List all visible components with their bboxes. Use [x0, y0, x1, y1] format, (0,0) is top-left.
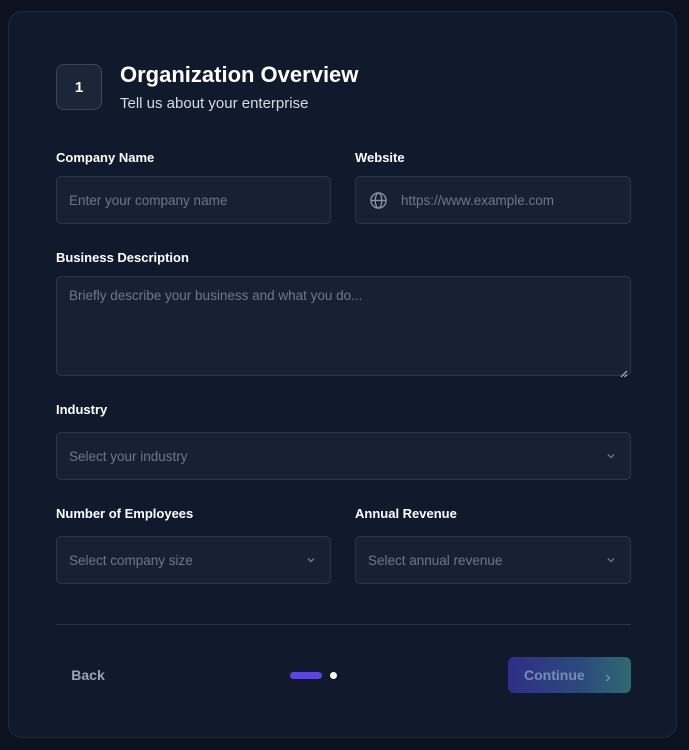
- revenue-selected-value: Select annual revenue: [368, 552, 503, 568]
- chevron-down-icon: [606, 451, 616, 461]
- back-button[interactable]: Back: [56, 658, 120, 692]
- company-name-input[interactable]: Enter your company name: [56, 176, 331, 224]
- employees-label: Number of Employees: [56, 506, 194, 521]
- step-number-badge: 1: [56, 64, 102, 110]
- continue-button-label: Continue: [524, 667, 585, 683]
- company-name-label: Company Name: [56, 150, 155, 165]
- globe-icon: [368, 190, 388, 210]
- form-card: 1 Organization Overview Tell us about yo…: [8, 11, 677, 738]
- business-description-textarea[interactable]: Briefly describe your business and what …: [56, 276, 631, 378]
- employees-select[interactable]: Select company size: [56, 536, 331, 584]
- page-title: Organization Overview: [120, 62, 359, 87]
- company-name-placeholder: Enter your company name: [69, 192, 228, 208]
- chevron-down-icon: [306, 555, 316, 565]
- industry-selected-value: Select your industry: [69, 448, 188, 464]
- step-number: 1: [74, 78, 84, 96]
- step-indicator: [290, 671, 337, 679]
- chevron-down-icon: [606, 555, 616, 565]
- step-dot-active: [290, 671, 322, 679]
- back-button-label: Back: [71, 667, 105, 683]
- revenue-select[interactable]: Select annual revenue: [355, 536, 631, 584]
- continue-button[interactable]: Continue: [508, 657, 631, 693]
- industry-select[interactable]: Select your industry: [56, 432, 631, 480]
- business-description-label: Business Description: [56, 250, 189, 265]
- footer-divider: [56, 624, 631, 625]
- website-label: Website: [355, 150, 405, 165]
- website-input[interactable]: https://www.example.com: [355, 176, 631, 224]
- revenue-label: Annual Revenue: [355, 506, 457, 521]
- step-dot: [330, 671, 337, 679]
- industry-label: Industry: [56, 402, 108, 417]
- website-placeholder: https://www.example.com: [401, 192, 555, 208]
- page-subtitle: Tell us about your enterprise: [120, 95, 309, 112]
- business-description-placeholder: Briefly describe your business and what …: [69, 288, 363, 303]
- employees-selected-value: Select company size: [69, 552, 193, 568]
- resize-handle-icon[interactable]: [620, 365, 628, 378]
- chevron-right-icon: [603, 670, 613, 682]
